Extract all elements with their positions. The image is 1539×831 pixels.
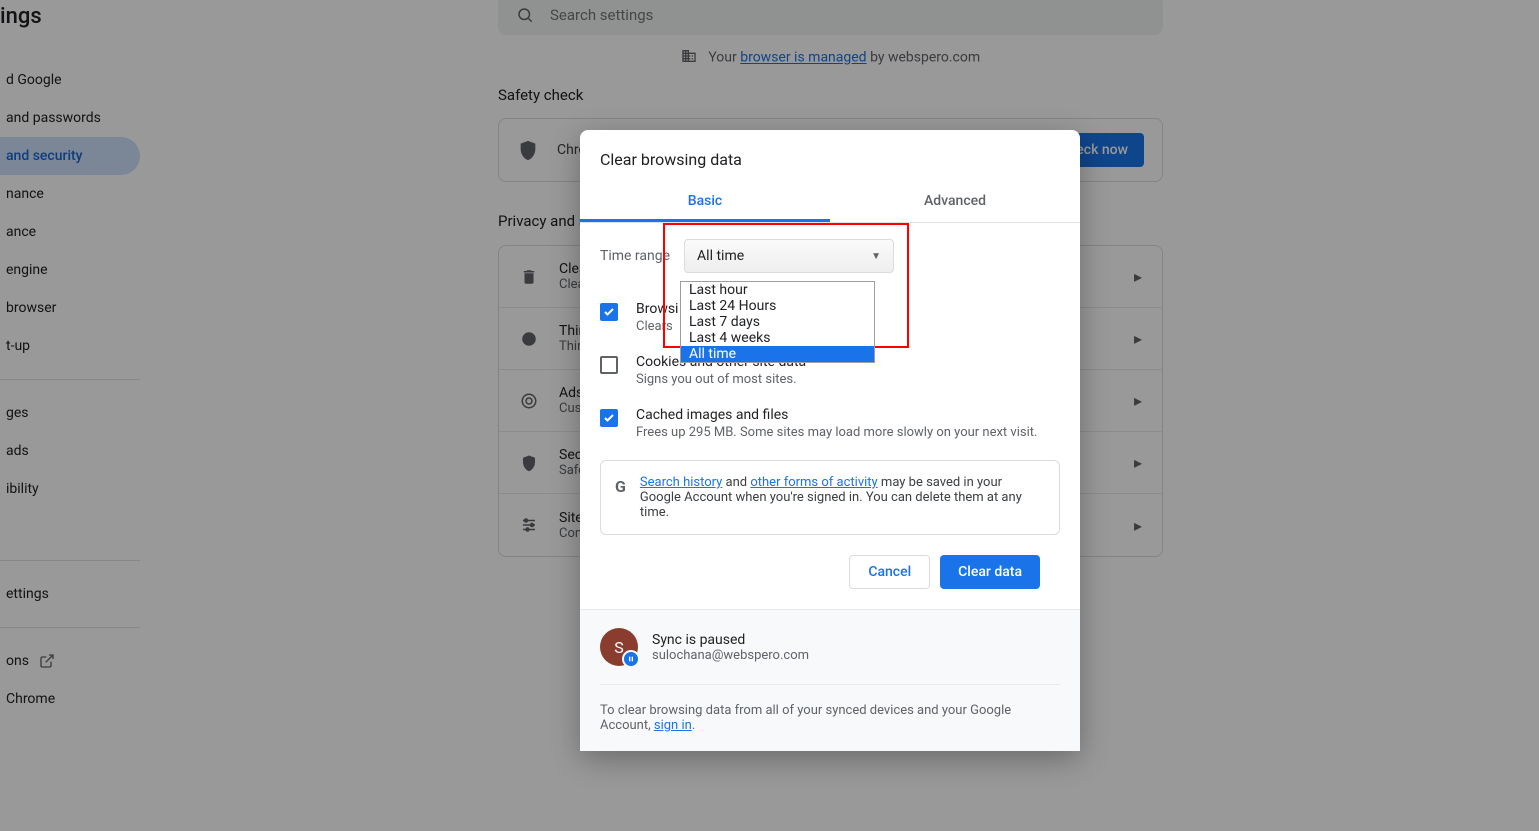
checkbox-cookies[interactable] <box>600 356 618 374</box>
dialog-title: Clear browsing data <box>580 130 1080 183</box>
info-box: G Search history and other forms of acti… <box>600 460 1060 535</box>
caret-down-icon: ▼ <box>871 251 881 262</box>
checkbox-browsing-history[interactable] <box>600 303 618 321</box>
cancel-button[interactable]: Cancel <box>849 555 930 589</box>
time-range-row: Time range All time ▼ Last hour Last 24 … <box>600 239 1060 273</box>
option-last-hour[interactable]: Last hour <box>681 282 874 298</box>
dialog-tabs: Basic Advanced <box>580 183 1080 223</box>
sync-email: sulochana@webspero.com <box>652 648 809 663</box>
sync-paused-badge-icon <box>622 650 640 668</box>
tab-basic[interactable]: Basic <box>580 183 830 222</box>
search-history-link[interactable]: Search history <box>640 475 722 490</box>
option-last-4-weeks[interactable]: Last 4 weeks <box>681 330 874 346</box>
google-icon: G <box>615 477 626 496</box>
sign-in-link[interactable]: sign in <box>654 718 692 733</box>
avatar: S <box>600 628 638 666</box>
sync-hint: To clear browsing data from all of your … <box>600 684 1060 733</box>
option-cached: Cached images and files Frees up 295 MB.… <box>600 397 1060 450</box>
option-all-time[interactable]: All time <box>681 346 874 362</box>
option-last-7-days[interactable]: Last 7 days <box>681 314 874 330</box>
option-last-24-hours[interactable]: Last 24 Hours <box>681 298 874 314</box>
time-range-select[interactable]: All time ▼ <box>684 239 894 273</box>
other-activity-link[interactable]: other forms of activity <box>750 475 877 490</box>
tab-advanced[interactable]: Advanced <box>830 183 1080 222</box>
clear-data-button[interactable]: Clear data <box>940 555 1040 589</box>
sync-title: Sync is paused <box>652 632 809 648</box>
checkbox-cached[interactable] <box>600 409 618 427</box>
clear-browsing-data-dialog: Clear browsing data Basic Advanced Time … <box>580 130 1080 751</box>
time-range-dropdown: Last hour Last 24 Hours Last 7 days Last… <box>680 281 875 363</box>
sync-status: S Sync is paused sulochana@webspero.com <box>600 628 1060 666</box>
time-range-label: Time range <box>600 248 670 264</box>
